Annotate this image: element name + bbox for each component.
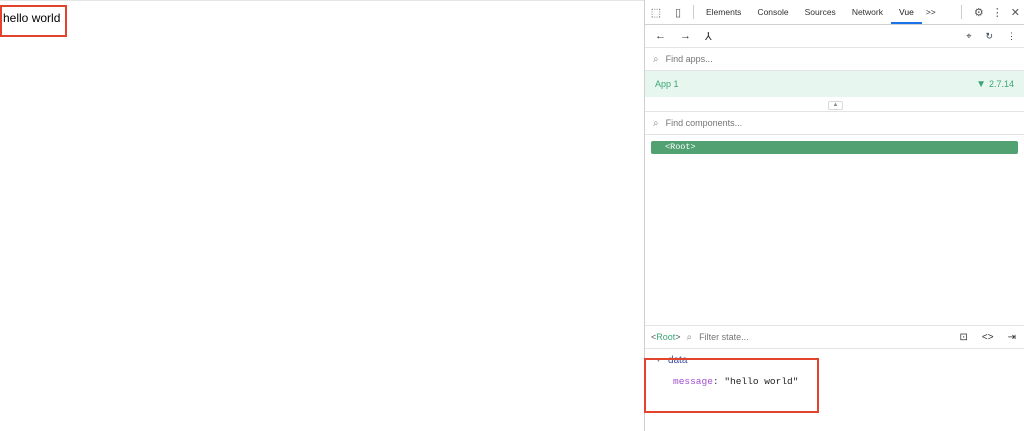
back-arrow-icon[interactable]: ←	[655, 30, 666, 42]
vue-version: 2.7.14	[988, 79, 1014, 89]
close-icon[interactable]: ✕	[1011, 6, 1020, 19]
devtools-tabbar: ⬚ ▯ Elements Console Sources Network Vue…	[645, 0, 1024, 25]
view-source-code-icon[interactable]: <>	[982, 332, 994, 343]
app-list-item[interactable]: App 1 ▼ 2.7.14	[645, 71, 1024, 97]
panel-splitter[interactable]: ▲	[645, 97, 1024, 112]
tab-vue[interactable]: Vue	[891, 0, 922, 24]
vue-logo-icon: ▼	[976, 78, 986, 90]
search-icon: ⌕	[653, 117, 659, 129]
selected-component-label: <Root>	[651, 332, 681, 342]
more-tabs-button[interactable]: >>	[922, 0, 940, 24]
tab-elements[interactable]: Elements	[698, 0, 749, 24]
divider	[693, 5, 694, 19]
highlight-box-devtools	[644, 358, 819, 413]
find-components-row: ⌕	[645, 112, 1024, 135]
highlight-box-page	[0, 5, 67, 37]
open-in-editor-icon[interactable]: ⇥	[1008, 332, 1016, 343]
tab-network[interactable]: Network	[844, 0, 891, 24]
inspect-element-icon[interactable]: ⬚	[645, 0, 667, 24]
scroll-to-component-icon[interactable]: ⊡	[960, 332, 968, 343]
tab-sources[interactable]: Sources	[797, 0, 844, 24]
component-tree-icon[interactable]: ⅄	[705, 30, 712, 43]
more-options-icon[interactable]: ⋮	[992, 6, 1003, 19]
web-page: hello world	[0, 0, 644, 431]
settings-gear-icon[interactable]: ⚙	[974, 6, 984, 19]
component-tree: <Root>	[645, 135, 1024, 326]
divider	[960, 5, 962, 19]
root-component-node[interactable]: <Root>	[651, 141, 1018, 154]
forward-arrow-icon[interactable]: →	[680, 30, 691, 42]
root-name: Root	[656, 332, 676, 342]
select-component-target-icon[interactable]: ⌖	[966, 31, 971, 42]
more-options-icon[interactable]: ⋮	[1007, 31, 1016, 42]
vue-toolbar: ← → ⅄ ⌖ ↻ ⋮	[645, 25, 1024, 48]
app-name: App 1	[655, 79, 679, 89]
find-apps-row: ⌕	[645, 48, 1024, 71]
search-icon: ⌕	[686, 331, 693, 343]
state-toolbar: <Root> ⌕ ⊡ <> ⇥	[645, 326, 1024, 349]
find-apps-input[interactable]	[663, 53, 968, 65]
filter-state-input[interactable]	[697, 331, 882, 343]
tab-console[interactable]: Console	[749, 0, 796, 24]
collapse-handle-icon[interactable]: ▲	[828, 101, 843, 110]
search-icon: ⌕	[653, 53, 659, 65]
device-toolbar-icon[interactable]: ▯	[667, 0, 689, 24]
refresh-icon[interactable]: ↻	[985, 31, 993, 42]
find-components-input[interactable]	[663, 117, 968, 129]
